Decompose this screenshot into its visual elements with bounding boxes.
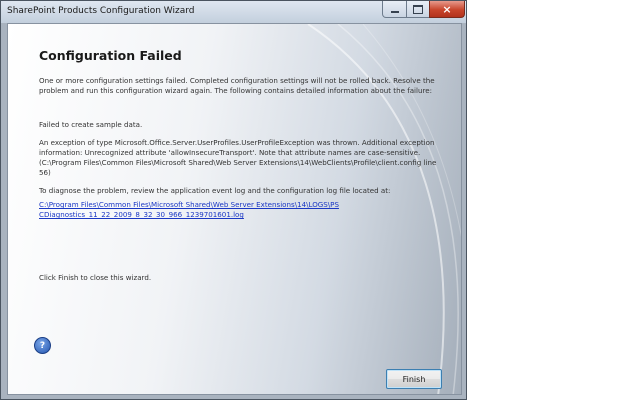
- failed-message: Failed to create sample data.: [39, 120, 143, 129]
- maximize-icon: [413, 4, 423, 14]
- exception-details: An exception of type Microsoft.Office.Se…: [39, 138, 437, 177]
- log-file-link[interactable]: C:\Program Files\Common Files\Microsoft …: [39, 200, 339, 220]
- window-title: SharePoint Products Configuration Wizard: [7, 6, 195, 16]
- close-icon: ×: [442, 2, 452, 16]
- finish-button[interactable]: Finish: [386, 369, 442, 389]
- close-button[interactable]: ×: [429, 1, 465, 18]
- summary-text: One or more configuration settings faile…: [39, 76, 435, 95]
- minimize-button[interactable]: [382, 1, 407, 18]
- finish-instruction: Click Finish to close this wizard.: [39, 273, 152, 282]
- wizard-window: SharePoint Products Configuration Wizard…: [0, 0, 467, 400]
- maximize-button[interactable]: [406, 1, 430, 18]
- help-button[interactable]: ?: [34, 337, 51, 354]
- minimize-icon: [390, 11, 399, 13]
- help-icon: ?: [39, 340, 46, 351]
- diagnose-instructions: To diagnose the problem, review the appl…: [39, 186, 391, 195]
- wizard-content: Configuration Failed One or more configu…: [7, 23, 462, 395]
- title-bar[interactable]: SharePoint Products Configuration Wizard…: [1, 1, 466, 23]
- page-title: Configuration Failed: [39, 48, 182, 63]
